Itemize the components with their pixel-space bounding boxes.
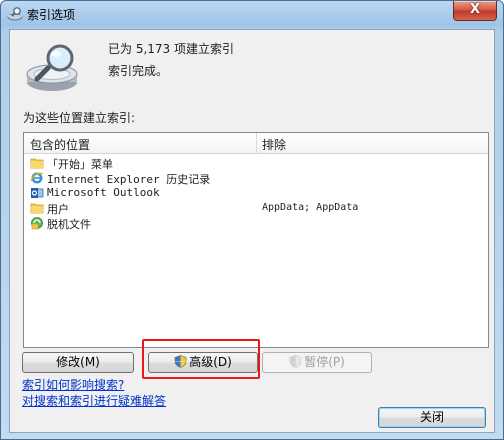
- location-exclude: AppData; AppData: [262, 202, 359, 213]
- indexed-locations-list[interactable]: 包含的位置 排除 「开始」菜单 Internet Explorer 历史记录 M…: [23, 132, 489, 348]
- pause-button-label: 暂停(P): [304, 355, 345, 369]
- dialog-body: 已为 5,173 项建立索引 索引完成。 为这些位置建立索引: 包含的位置 排除…: [9, 29, 495, 433]
- location-name: 脱机文件: [47, 218, 91, 231]
- location-name: 「开始」菜单: [47, 158, 113, 171]
- modify-button[interactable]: 修改(M): [22, 352, 134, 373]
- location-name: 用户: [47, 203, 69, 216]
- folder-icon: [30, 158, 44, 169]
- locations-label: 为这些位置建立索引:: [23, 111, 136, 125]
- list-item[interactable]: 脱机文件: [24, 216, 488, 231]
- column-header-included[interactable]: 包含的位置: [30, 136, 90, 153]
- internet-explorer-icon: [30, 172, 44, 184]
- location-name: Microsoft Outlook: [47, 186, 160, 199]
- list-item[interactable]: Microsoft Outlook: [24, 186, 488, 201]
- list-header: 包含的位置 排除: [24, 133, 488, 154]
- window-title: 索引选项: [27, 8, 76, 22]
- column-header-exclude[interactable]: 排除: [262, 136, 286, 153]
- indexed-count-text: 已为 5,173 项建立索引: [108, 42, 234, 56]
- indexing-options-icon: [7, 7, 23, 21]
- indexing-complete-text: 索引完成。: [108, 64, 169, 78]
- indexing-help-link[interactable]: 索引如何影响搜索?: [22, 376, 124, 393]
- location-name: Internet Explorer 历史记录: [47, 173, 211, 186]
- title-bar[interactable]: 索引选项 X: [1, 1, 503, 29]
- close-button[interactable]: 关闭: [378, 407, 486, 428]
- indexing-options-window: 索引选项 X 已为 5,173 项建立索引 索引完成。 为这些位置建立索引: 包…: [0, 0, 504, 440]
- close-icon: X: [469, 2, 481, 17]
- list-item[interactable]: 「开始」菜单: [24, 156, 488, 171]
- pause-button[interactable]: 暂停(P): [262, 352, 372, 373]
- troubleshoot-link[interactable]: 对搜索和索引进行疑难解答: [22, 392, 166, 409]
- search-drive-icon: [26, 44, 78, 91]
- uac-shield-icon: [289, 355, 302, 368]
- window-close-button[interactable]: X: [453, 1, 497, 21]
- column-divider[interactable]: [256, 133, 257, 153]
- highlight-box: [142, 339, 260, 379]
- outlook-icon: [31, 188, 44, 198]
- list-item[interactable]: 用户 AppData; AppData: [24, 201, 488, 216]
- folder-icon: [30, 203, 44, 214]
- offline-files-icon: [31, 217, 43, 230]
- list-item[interactable]: Internet Explorer 历史记录: [24, 171, 488, 186]
